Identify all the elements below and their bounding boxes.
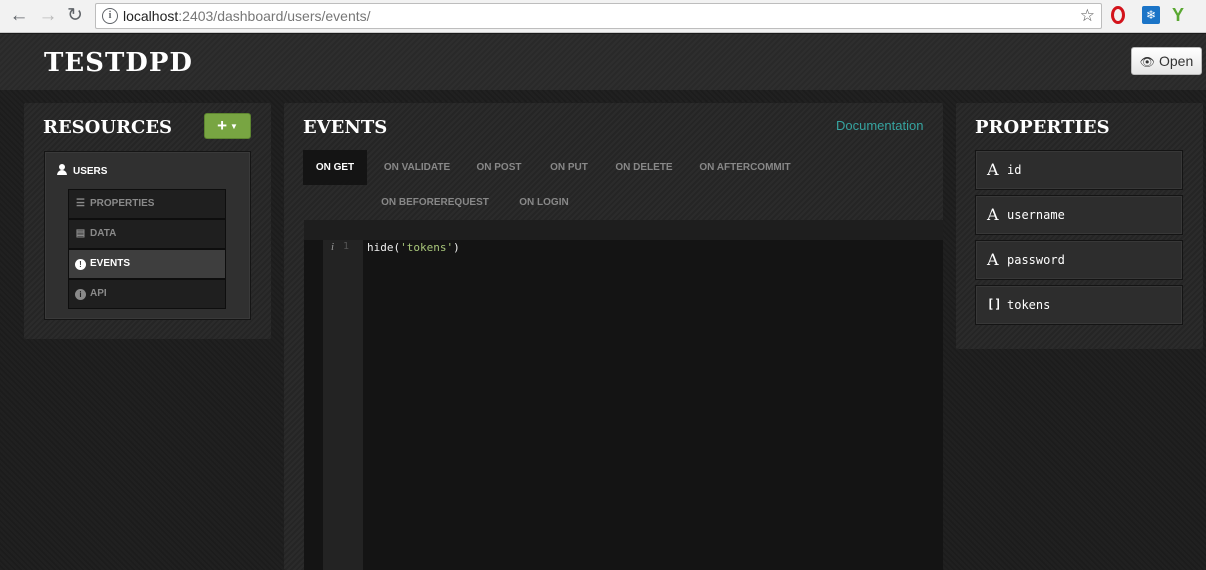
back-arrow-icon[interactable]: ←: [8, 5, 30, 27]
address-bar[interactable]: i localhost:2403/dashboard/users/events/…: [95, 3, 1102, 29]
properties-panel: PROPERTIES A id A username A password []…: [956, 103, 1203, 349]
exclamation-icon: !: [75, 259, 86, 270]
resources-title: RESOURCES: [43, 117, 173, 138]
caret-down-icon: ▼: [230, 122, 238, 132]
info-icon: i: [75, 289, 86, 300]
forward-arrow-icon[interactable]: →: [37, 5, 59, 27]
tab-on-login[interactable]: ON LOGIN: [513, 185, 575, 220]
eye-icon: 👁: [1139, 55, 1155, 69]
resources-panel: RESOURCES + ▼ USERS ☰ PROPERTIES ▤ DATA ! EV…: [24, 103, 271, 339]
code-line[interactable]: hide('tokens'): [367, 241, 460, 254]
resource-item-properties[interactable]: ☰ PROPERTIES: [68, 189, 226, 219]
url-text[interactable]: localhost:2403/dashboard/users/events/: [123, 8, 371, 24]
table-icon: ▤: [75, 228, 86, 239]
site-info-icon[interactable]: i: [102, 8, 118, 24]
property-name: username: [1007, 208, 1065, 222]
property-name: password: [1007, 253, 1065, 267]
editor-gutter: i 1: [323, 240, 363, 570]
tab-on-validate[interactable]: ON VALIDATE: [378, 150, 456, 185]
property-item-username[interactable]: A username: [975, 195, 1183, 235]
tab-on-beforerequest[interactable]: ON BEFOREREQUEST: [378, 185, 492, 220]
editor-top-bar: [304, 220, 943, 240]
resource-item-events[interactable]: ! EVENTS: [68, 249, 226, 279]
tab-on-delete[interactable]: ON DELETE: [609, 150, 679, 185]
open-button[interactable]: 👁 Open: [1131, 47, 1202, 75]
gutter-info-icon: i: [331, 241, 335, 253]
user-icon: [57, 164, 67, 175]
bookmark-star-icon[interactable]: ☆: [1080, 6, 1095, 26]
property-name: id: [1007, 163, 1022, 177]
add-resource-button[interactable]: + ▼: [204, 113, 251, 139]
app-header: TESTDPD 👁 Open: [0, 34, 1206, 90]
tab-on-get[interactable]: ON GET: [303, 150, 367, 185]
resource-item-api[interactable]: i API: [68, 279, 226, 309]
snowflake-extension-icon[interactable]: ❄: [1142, 6, 1160, 24]
property-item-id[interactable]: A id: [975, 150, 1183, 190]
opera-extension-icon[interactable]: [1111, 6, 1125, 24]
property-item-tokens[interactable]: [] tokens: [975, 285, 1183, 325]
resource-item-data[interactable]: ▤ DATA: [68, 219, 226, 249]
events-title: EVENTS: [303, 117, 388, 138]
tab-on-post[interactable]: ON POST: [470, 150, 528, 185]
tab-on-aftercommit[interactable]: ON AFTERCOMMIT: [695, 150, 795, 185]
property-item-password[interactable]: A password: [975, 240, 1183, 280]
reload-icon[interactable]: ↻: [64, 5, 86, 27]
string-type-icon: A: [987, 250, 999, 269]
app-title: TESTDPD: [44, 48, 193, 78]
tab-on-put[interactable]: ON PUT: [544, 150, 594, 185]
array-type-icon: []: [987, 297, 1002, 311]
sprout-extension-icon[interactable]: Y: [1172, 6, 1190, 24]
documentation-link[interactable]: Documentation: [836, 118, 923, 133]
property-name: tokens: [1007, 298, 1051, 312]
string-type-icon: A: [987, 160, 999, 179]
string-type-icon: A: [987, 205, 999, 224]
resource-users[interactable]: USERS: [57, 164, 107, 177]
browser-toolbar: ← → ↻ i localhost:2403/dashboard/users/e…: [0, 0, 1206, 33]
code-editor[interactable]: i 1 hide('tokens'): [304, 220, 943, 570]
events-panel: EVENTS Documentation ON GET ON VALIDATE …: [284, 103, 943, 570]
properties-title: PROPERTIES: [975, 117, 1110, 138]
resource-tree: USERS ☰ PROPERTIES ▤ DATA ! EVENTS i API: [44, 151, 251, 320]
list-icon: ☰: [76, 198, 85, 209]
line-number: 1: [343, 241, 350, 252]
